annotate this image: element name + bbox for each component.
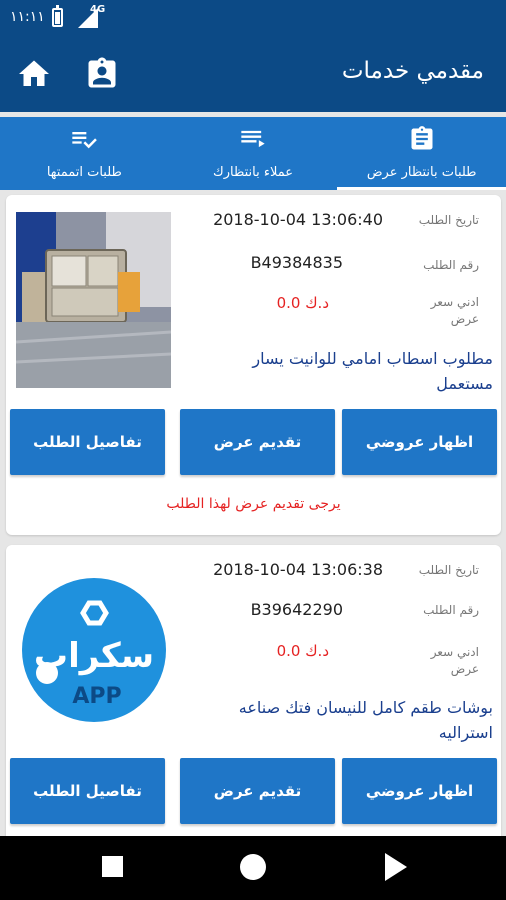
tab-completed[interactable]: طلبات اتممتها (0, 117, 169, 190)
tab-label: طلبات اتممتها (46, 165, 122, 180)
contact-badge-icon (88, 57, 116, 88)
scrap-app-logo: سكراب APP (16, 562, 171, 738)
price-label: ادني سعر عرض (431, 644, 479, 678)
playlist-check-icon (72, 132, 98, 149)
tab-label: عملاء بانتظارك (213, 165, 294, 180)
order-date: 2018-10-04 13:06:38 (213, 560, 383, 579)
order-date: 2018-10-04 13:06:40 (213, 210, 383, 229)
home-icon (19, 60, 49, 86)
logo-subtext: APP (72, 684, 121, 709)
date-label: تاريخ الطلب (418, 563, 479, 577)
number-label: رقم الطلب (423, 603, 479, 617)
recents-icon[interactable] (102, 856, 123, 877)
tab-selected-indicator (337, 187, 506, 190)
price-label-line1: ادني سعر (430, 645, 479, 659)
number-label: رقم الطلب (423, 258, 479, 272)
price-label-line2: عرض (450, 662, 479, 676)
price-label-line1: ادني سعر (430, 295, 479, 309)
order-details-button[interactable]: تفاصيل الطلب (10, 409, 165, 475)
clipboard-icon (411, 126, 433, 150)
show-my-offers-button[interactable]: اظهار عروضي (342, 409, 497, 475)
app-bar: مقدمي خدمات (0, 36, 506, 112)
page-title: مقدمي خدمات (341, 58, 484, 84)
order-description: مطلوب اسطاب امامي للوانيت يسار مستعمل (252, 349, 493, 393)
logo-text: سكراب (33, 636, 153, 676)
playlist-play-icon (241, 130, 265, 148)
order-photo (16, 212, 171, 388)
order-card[interactable]: تاريخ الطلب 2018-10-04 13:06:40 رقم الطل… (6, 195, 501, 535)
submit-offer-button[interactable]: تقديم عرض (180, 758, 335, 824)
logo-graphic: سكراب APP (21, 578, 166, 722)
home-button[interactable] (16, 56, 52, 92)
profile-button[interactable] (84, 56, 120, 92)
order-description: بوشات طقم كامل للنيسان فتك صناعه استرالي… (238, 698, 493, 742)
price-label: ادني سعر عرض (431, 294, 479, 328)
tab-awaiting-offer[interactable]: طلبات بانتظار عرض (337, 117, 506, 190)
home-circle-icon[interactable] (240, 854, 266, 880)
price-label-line2: عرض (450, 312, 479, 326)
lowest-price: 0.0 د.ك (276, 642, 329, 660)
order-card[interactable]: سكراب APP تاريخ الطلب 2018-10-04 13:06:3… (6, 545, 501, 845)
tab-bar: طلبات اتممتها عملاء بانتظارك طلبات بانتظ… (0, 117, 506, 190)
show-my-offers-button[interactable]: اظهار عروضي (342, 758, 497, 824)
part-photo-illustration (16, 212, 171, 388)
offer-prompt-note: يرجى تقديم عرض لهذا الطلب (166, 496, 341, 512)
order-number: B39642290 (250, 600, 343, 619)
network-type: 4G (90, 4, 106, 15)
date-label: تاريخ الطلب (418, 213, 479, 227)
lowest-price: 0.0 د.ك (276, 294, 329, 312)
tab-waiting-customers[interactable]: عملاء بانتظارك (169, 117, 338, 190)
order-number: B49384835 (250, 253, 343, 272)
system-nav-bar (0, 836, 506, 900)
status-bar: ١١:١١ 4G (0, 0, 506, 36)
status-time: ١١:١١ (10, 9, 45, 25)
order-details-button[interactable]: تفاصيل الطلب (10, 758, 165, 824)
submit-offer-button[interactable]: تقديم عرض (180, 409, 335, 475)
tab-label: طلبات بانتظار عرض (366, 165, 477, 180)
back-icon[interactable] (385, 853, 407, 881)
battery-icon (52, 5, 63, 27)
